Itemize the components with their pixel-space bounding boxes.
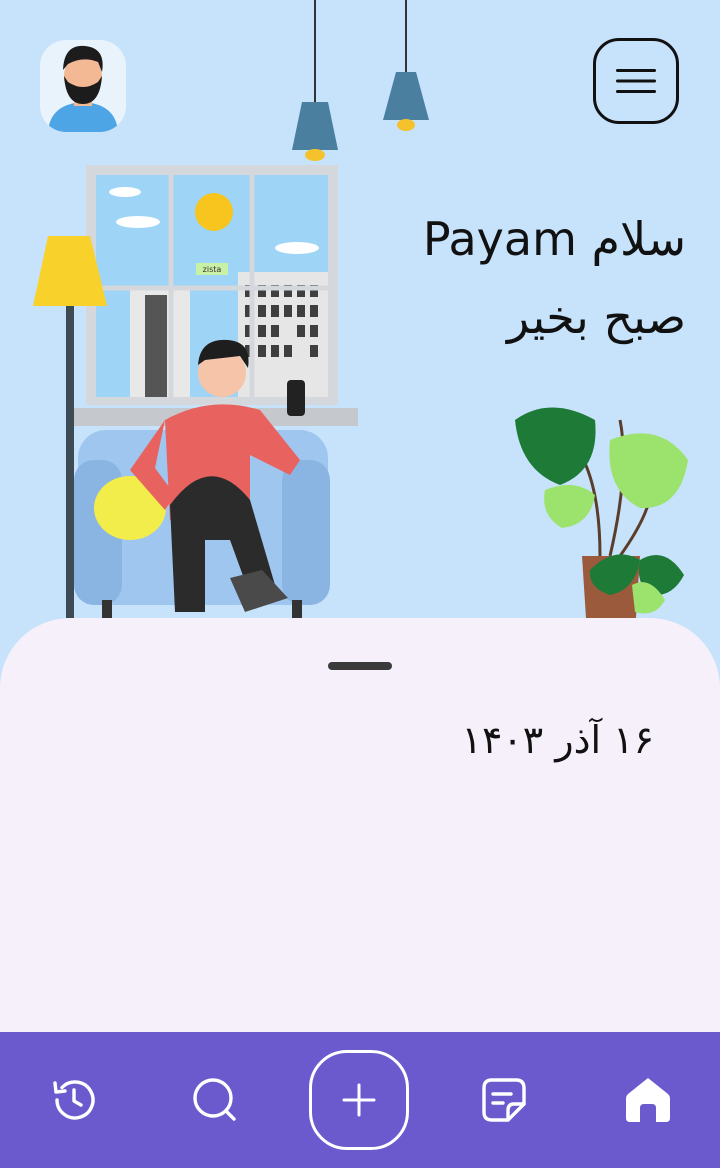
menu-button[interactable] xyxy=(593,38,679,124)
nav-search[interactable] xyxy=(189,1074,241,1126)
nav-history[interactable] xyxy=(48,1074,100,1126)
hamburger-icon xyxy=(616,69,656,93)
search-icon xyxy=(193,1078,236,1121)
add-icon xyxy=(342,1083,376,1117)
avatar-icon xyxy=(48,45,118,132)
greeting: سلام Payam صبح بخیر xyxy=(423,200,686,356)
current-date: ۱۶ آذر ۱۴۰۳ xyxy=(461,718,654,762)
notes-icon xyxy=(482,1078,526,1122)
nav-home[interactable] xyxy=(622,1074,674,1126)
bottom-sheet: ۱۶ آذر ۱۴۰۳ xyxy=(0,618,720,1032)
greeting-name: سلام Payam xyxy=(422,212,686,266)
add-button[interactable] xyxy=(309,1050,409,1150)
bottom-navigation xyxy=(0,1032,720,1168)
sign-text: zista xyxy=(203,265,222,274)
history-icon xyxy=(53,1080,95,1120)
home-icon xyxy=(626,1078,670,1122)
user-avatar[interactable] xyxy=(40,40,126,132)
nav-notes[interactable] xyxy=(478,1074,530,1126)
greeting-time: صبح بخیر xyxy=(506,290,686,344)
sheet-drag-handle[interactable] xyxy=(328,662,392,670)
